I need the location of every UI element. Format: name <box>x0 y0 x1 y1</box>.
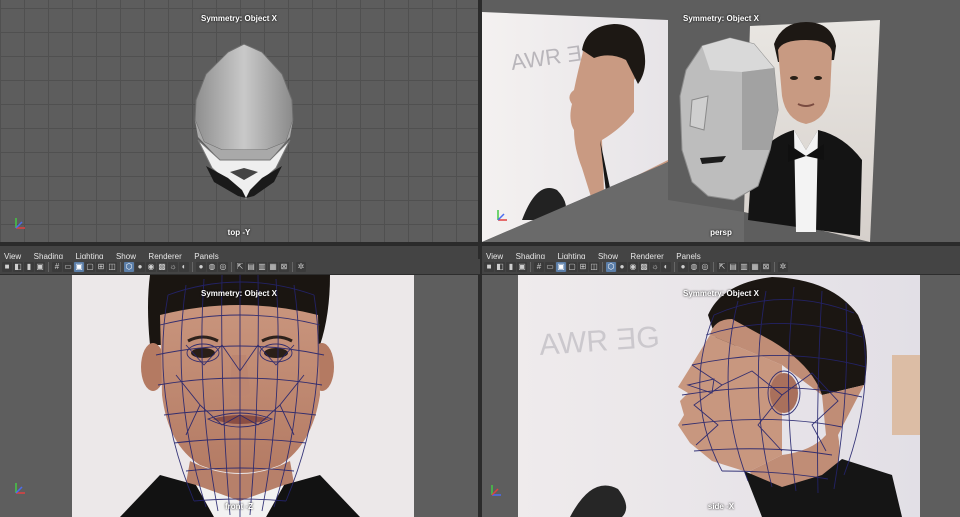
ambient-occlusion-icon[interactable]: ● <box>196 261 206 272</box>
axis-gizmo <box>12 479 32 497</box>
axis-gizmo <box>494 206 514 224</box>
motion-blur-icon[interactable]: ◍ <box>689 261 699 272</box>
image-plane-icon[interactable]: ▣ <box>35 261 45 272</box>
light-icon[interactable]: ☼ <box>650 261 660 272</box>
gear-icon[interactable]: ✲ <box>296 261 306 272</box>
gate-mask-icon[interactable]: ▢ <box>85 261 95 272</box>
wireframe-on-shaded-icon[interactable]: ◉ <box>146 261 156 272</box>
viewport-side[interactable]: AWR ƎG Symmetry: Object X side -X <box>482 275 960 517</box>
light-icon[interactable]: ☼ <box>168 261 178 272</box>
smooth-shade-icon[interactable]: ● <box>617 261 627 272</box>
xray-components-icon[interactable]: ▦ <box>750 261 760 272</box>
grid-icon[interactable]: # <box>534 261 544 272</box>
safe-action-icon[interactable]: ◫ <box>107 261 117 272</box>
resolution-gate-icon[interactable]: ▣ <box>556 261 566 272</box>
head-mesh-top-view[interactable] <box>0 0 478 242</box>
gate-mask-icon[interactable]: ▢ <box>567 261 577 272</box>
ambient-occlusion-icon[interactable]: ● <box>678 261 688 272</box>
wireframe-on-shaded-icon[interactable]: ◉ <box>628 261 638 272</box>
isolate-icon[interactable]: ⇱ <box>235 261 245 272</box>
axis-gizmo <box>12 214 32 232</box>
panel-toolbar: ■ ◧ ▮ ▣ # ▭ ▣ ▢ ⊞ ◫ ⬡ ● ◉ ▩ ☼ ◐ ● ◍ ◎ ⇱ … <box>0 259 480 275</box>
antialias-icon[interactable]: ◎ <box>700 261 710 272</box>
viewport-front[interactable]: Symmetry: Object X front -Z <box>0 275 478 517</box>
xray-icon[interactable]: ▤ <box>246 261 256 272</box>
wireframe-icon[interactable]: ⬡ <box>124 261 134 272</box>
smooth-shade-icon[interactable]: ● <box>135 261 145 272</box>
resolution-gate-icon[interactable]: ▣ <box>74 261 84 272</box>
wireframe-icon[interactable]: ⬡ <box>606 261 616 272</box>
motion-blur-icon[interactable]: ◍ <box>207 261 217 272</box>
field-chart-icon[interactable]: ⊞ <box>96 261 106 272</box>
xray-icon[interactable]: ▤ <box>728 261 738 272</box>
camera-icon[interactable]: ■ <box>2 261 12 272</box>
exposure-icon[interactable]: ⊠ <box>761 261 771 272</box>
image-plane-icon[interactable]: ▣ <box>517 261 527 272</box>
texture-icon[interactable]: ▩ <box>157 261 167 272</box>
shadow-icon[interactable]: ◐ <box>179 261 189 272</box>
isolate-icon[interactable]: ⇱ <box>717 261 727 272</box>
panel-menu-bar: View Shading Lighting Show Renderer Pane… <box>482 245 960 261</box>
bookmark-icon[interactable]: ▮ <box>506 261 516 272</box>
safe-action-icon[interactable]: ◫ <box>589 261 599 272</box>
texture-icon[interactable]: ▩ <box>639 261 649 272</box>
camera-attributes-icon[interactable]: ◧ <box>13 261 23 272</box>
viewport-top[interactable]: Symmetry: Object X top -Y <box>0 0 478 242</box>
panel-toolbar: ■ ◧ ▮ ▣ # ▭ ▣ ▢ ⊞ ◫ ⬡ ● ◉ ▩ ☼ ◐ ● ◍ ◎ ⇱ … <box>482 259 960 275</box>
camera-icon[interactable]: ■ <box>484 261 494 272</box>
viewport-persp[interactable]: AWR ƎG Symmetry: Object X persp <box>482 0 960 242</box>
film-gate-icon[interactable]: ▭ <box>63 261 73 272</box>
gear-icon[interactable]: ✲ <box>778 261 788 272</box>
camera-attributes-icon[interactable]: ◧ <box>495 261 505 272</box>
persp-scene[interactable]: AWR ƎG <box>482 0 960 242</box>
panel-menu-bar: View Shading Lighting Show Renderer Pane… <box>0 245 478 261</box>
shadow-icon[interactable]: ◐ <box>661 261 671 272</box>
xray-joints-icon[interactable]: ▥ <box>257 261 267 272</box>
field-chart-icon[interactable]: ⊞ <box>578 261 588 272</box>
xray-joints-icon[interactable]: ▥ <box>739 261 749 272</box>
grid-icon[interactable]: # <box>52 261 62 272</box>
exposure-icon[interactable]: ⊠ <box>279 261 289 272</box>
film-gate-icon[interactable]: ▭ <box>545 261 555 272</box>
front-image-plane-with-wireframe[interactable] <box>0 275 478 517</box>
antialias-icon[interactable]: ◎ <box>218 261 228 272</box>
axis-gizmo <box>488 481 508 499</box>
xray-components-icon[interactable]: ▦ <box>268 261 278 272</box>
bookmark-icon[interactable]: ▮ <box>24 261 34 272</box>
side-image-plane-with-wireframe[interactable]: AWR ƎG <box>482 275 960 517</box>
